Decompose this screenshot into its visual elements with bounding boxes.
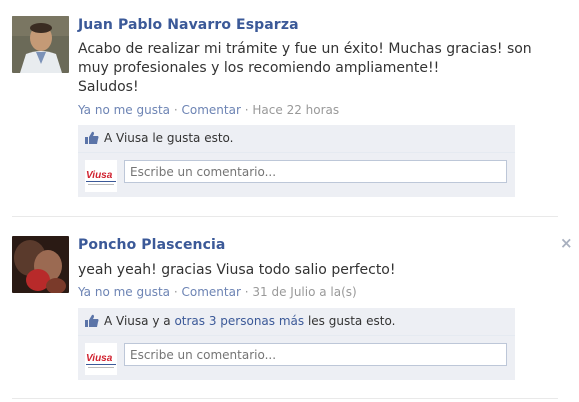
- divider: [12, 216, 558, 217]
- unlike-link[interactable]: Ya no me gusta: [78, 103, 170, 117]
- likes-prefix: A Viusa y a: [104, 314, 171, 328]
- likes-sentence: A Viusa le gusta esto.: [78, 125, 515, 153]
- likes-sentence: A Viusa y a otras 3 personas más les gus…: [78, 308, 515, 336]
- unlike-link[interactable]: Ya no me gusta: [78, 285, 170, 299]
- thumbs-up-icon: [85, 314, 99, 327]
- avatar[interactable]: [12, 236, 69, 293]
- post-actions: Ya no me gusta · Comentar · 31 de Julio …: [78, 285, 357, 299]
- author-name[interactable]: Poncho Plascencia: [78, 237, 225, 253]
- separator: ·: [173, 103, 178, 117]
- post-text: yeah yeah! gracias Viusa todo salio perf…: [78, 262, 396, 278]
- separator: ·: [173, 285, 178, 299]
- timestamp[interactable]: 31 de Julio a la(s): [252, 285, 356, 299]
- avatar[interactable]: [12, 16, 69, 73]
- feedback-box: A Viusa y a otras 3 personas más les gus…: [78, 308, 515, 380]
- comment-composer: Viusa: [78, 336, 515, 380]
- comment-composer: Viusa: [78, 153, 515, 197]
- likes-text: A Viusa le gusta esto.: [104, 131, 234, 145]
- viusa-logo-text: Viusa: [86, 170, 113, 181]
- thumbs-up-icon: [85, 131, 99, 144]
- others-like-link[interactable]: otras 3 personas más: [174, 314, 304, 328]
- author-name[interactable]: Juan Pablo Navarro Esparza: [78, 17, 299, 33]
- likes-suffix: les gusta esto.: [307, 314, 396, 328]
- close-icon[interactable]: ×: [560, 236, 573, 251]
- comment-input[interactable]: [124, 343, 507, 366]
- divider: [12, 398, 558, 399]
- timestamp[interactable]: Hace 22 horas: [252, 103, 339, 117]
- comment-link[interactable]: Comentar: [182, 285, 241, 299]
- feedback-box: A Viusa le gusta esto. Viusa: [78, 125, 515, 197]
- separator: ·: [244, 103, 249, 117]
- separator: ·: [244, 285, 249, 299]
- viusa-logo: Viusa: [85, 160, 117, 192]
- post-actions: Ya no me gusta · Comentar · Hace 22 hora…: [78, 103, 339, 117]
- comment-input[interactable]: [124, 160, 507, 183]
- viusa-logo: Viusa: [85, 343, 117, 375]
- comment-link[interactable]: Comentar: [182, 103, 241, 117]
- viusa-logo-text: Viusa: [86, 353, 113, 364]
- post-text: Acabo de realizar mi trámite y fue un éx…: [78, 41, 532, 95]
